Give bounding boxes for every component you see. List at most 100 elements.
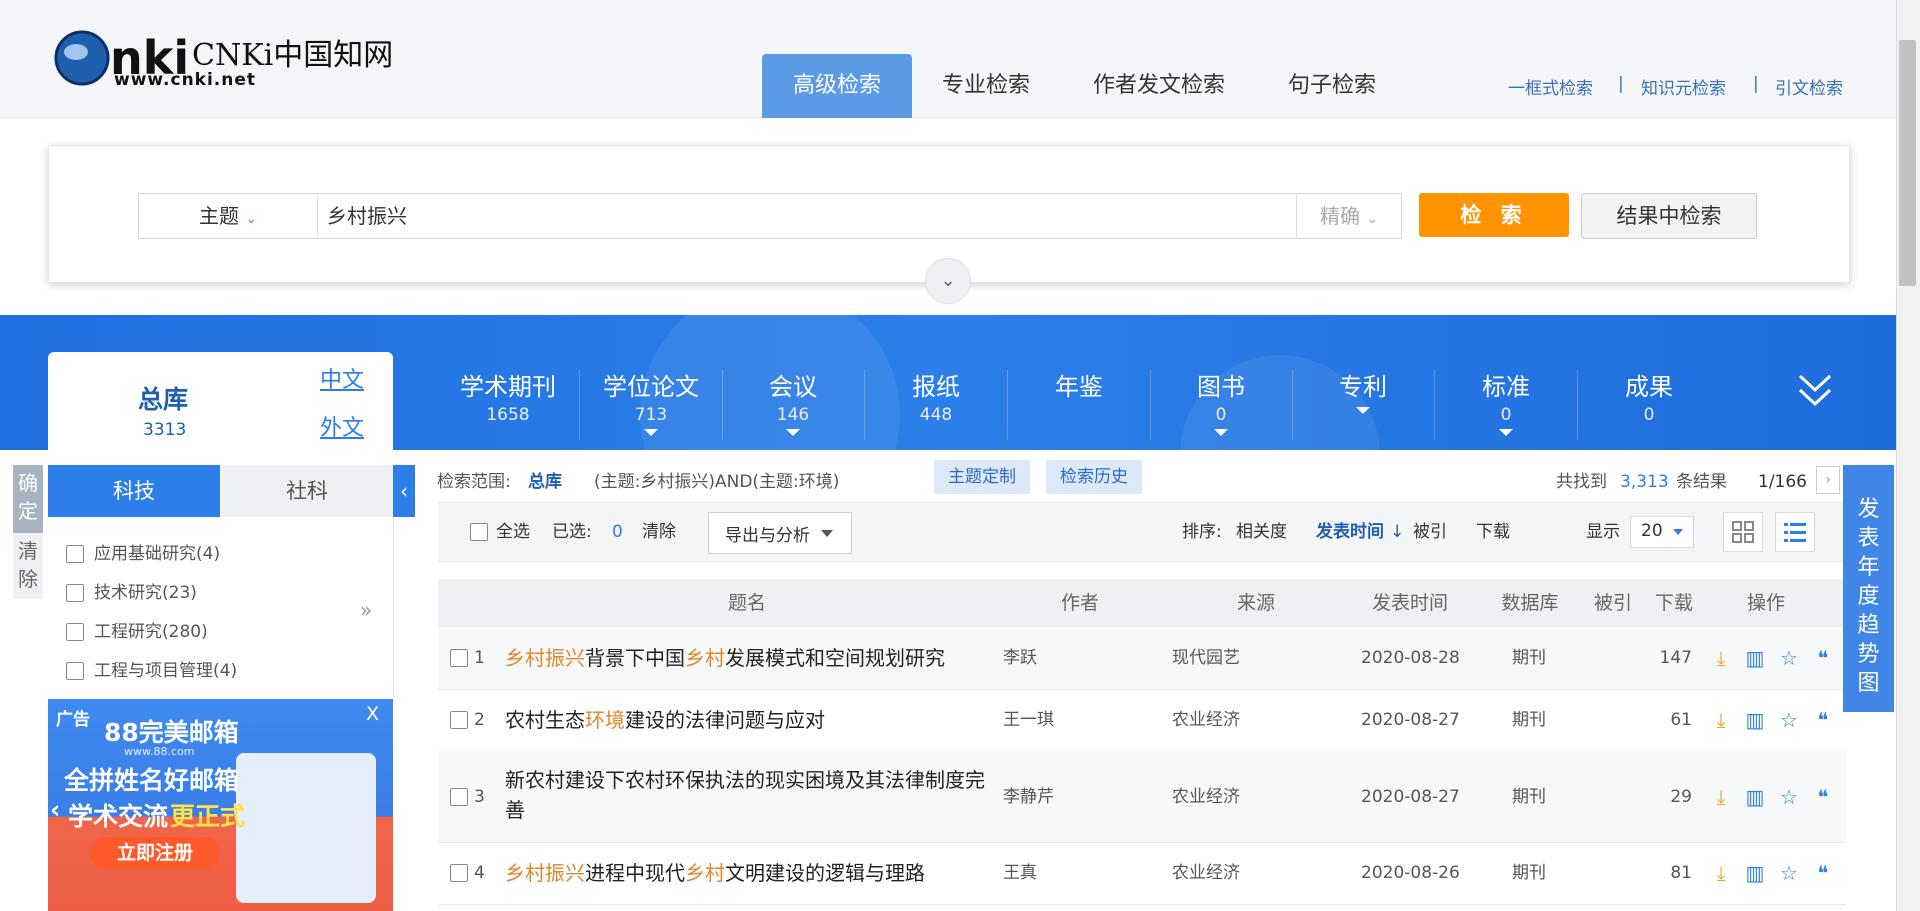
- result-author[interactable]: 王真: [1003, 861, 1113, 885]
- ad-close-icon[interactable]: X: [366, 703, 379, 725]
- topic-custom-button[interactable]: 主题定制: [934, 460, 1030, 494]
- download-icon[interactable]: ⤓: [1710, 862, 1732, 884]
- ad-banner[interactable]: 广告 X 88完美邮箱 www.88.com 全拼姓名好邮箱 ‹ 学术交流 更正…: [48, 699, 393, 911]
- search-history-button[interactable]: 检索历史: [1046, 460, 1142, 494]
- download-icon[interactable]: ⤓: [1710, 647, 1732, 669]
- category-checkbox[interactable]: [66, 545, 84, 563]
- lang-link-chinese[interactable]: 中文: [320, 362, 364, 394]
- category-item[interactable]: 技术研究(23): [66, 581, 197, 605]
- db-item[interactable]: 学位论文 713: [580, 370, 723, 440]
- match-select[interactable]: 精确 ⌄: [1296, 194, 1401, 238]
- html-read-icon[interactable]: ▥: [1744, 709, 1766, 731]
- next-page-icon[interactable]: ›: [1816, 466, 1840, 494]
- category-checkbox[interactable]: [66, 584, 84, 602]
- more-categories-icon[interactable]: »: [360, 598, 372, 622]
- result-author[interactable]: 李跃: [1003, 646, 1113, 670]
- db-item[interactable]: 会议 146: [722, 370, 865, 440]
- search-within-button[interactable]: 结果中检索: [1581, 193, 1757, 239]
- result-title-link[interactable]: 新农村建设下农村环保执法的现实困境及其法律制度完善: [505, 765, 985, 825]
- lang-link-foreign[interactable]: 外文: [320, 410, 364, 442]
- sort-downloads[interactable]: 下载: [1476, 518, 1510, 546]
- page-size-select[interactable]: 20: [1630, 516, 1694, 548]
- category-item[interactable]: 工程研究(280): [66, 620, 208, 644]
- export-analysis-dropdown[interactable]: 导出与分析: [708, 512, 852, 554]
- tab-advanced-search[interactable]: 高级检索: [762, 54, 912, 118]
- caret-down-icon[interactable]: [786, 429, 800, 436]
- db-item[interactable]: 专利: [1292, 370, 1435, 440]
- db-item[interactable]: 成果 0: [1578, 370, 1720, 440]
- grid-view-icon[interactable]: [1723, 512, 1763, 552]
- link-single-box-search[interactable]: 一框式检索: [1508, 74, 1593, 99]
- result-title-link[interactable]: 乡村振兴背景下中国乡村发展模式和空间规划研究: [505, 643, 985, 673]
- ad-prev-icon[interactable]: ‹: [50, 795, 60, 824]
- select-all-label[interactable]: 全选: [496, 518, 530, 546]
- result-source[interactable]: 农业经济: [1172, 861, 1292, 885]
- result-title-link[interactable]: 农村生态环境建设的法律问题与应对: [505, 705, 985, 735]
- db-item[interactable]: 报纸 448: [865, 370, 1008, 440]
- tab-science[interactable]: 科技: [48, 465, 220, 517]
- caret-down-icon[interactable]: [644, 429, 658, 436]
- scope-value[interactable]: 总库: [528, 466, 562, 498]
- favorite-star-icon[interactable]: ☆: [1778, 647, 1800, 669]
- result-author[interactable]: 李静芹: [1003, 785, 1113, 809]
- result-source[interactable]: 现代园艺: [1172, 646, 1292, 670]
- row-checkbox[interactable]: [450, 785, 468, 809]
- total-db-card[interactable]: 总库 3313 中文 外文: [48, 352, 393, 452]
- download-icon[interactable]: ⤓: [1710, 786, 1732, 808]
- clear-filter-button[interactable]: 清除: [13, 533, 43, 599]
- download-icon[interactable]: ⤓: [1710, 709, 1732, 731]
- scrollbar-thumb[interactable]: [1899, 40, 1916, 286]
- row-checkbox[interactable]: [450, 646, 468, 670]
- db-item[interactable]: 图书 0: [1150, 370, 1293, 440]
- list-view-icon[interactable]: [1775, 512, 1815, 552]
- collapse-sidebar-icon[interactable]: ‹: [393, 465, 415, 517]
- tab-professional-search[interactable]: 专业检索: [912, 54, 1060, 118]
- result-source[interactable]: 农业经济: [1172, 785, 1292, 809]
- sort-date[interactable]: 发表时间: [1316, 518, 1384, 546]
- tab-sentence-search[interactable]: 句子检索: [1270, 54, 1394, 118]
- tab-social-science[interactable]: 社科: [221, 465, 393, 517]
- expand-icon[interactable]: ⌄: [925, 258, 971, 304]
- publish-trend-tab[interactable]: 发表年度趋势图: [1843, 465, 1894, 712]
- link-citation-search[interactable]: 引文检索: [1775, 74, 1843, 99]
- result-author[interactable]: 王一琪: [1003, 708, 1113, 732]
- caret-down-icon[interactable]: [1499, 429, 1513, 436]
- category-checkbox[interactable]: [66, 623, 84, 641]
- db-item[interactable]: 年鉴: [1008, 370, 1151, 440]
- category-item[interactable]: 工程与项目管理(4): [66, 659, 237, 683]
- select-all-checkbox[interactable]: [470, 518, 498, 546]
- cite-quote-icon[interactable]: ❝: [1812, 786, 1834, 808]
- category-checkbox[interactable]: [66, 662, 84, 680]
- row-checkbox[interactable]: [450, 861, 468, 885]
- db-item[interactable]: 标准 0: [1435, 370, 1578, 440]
- result-title-link[interactable]: 乡村振兴进程中现代乡村文明建设的逻辑与理路: [505, 858, 985, 888]
- row-number: 2: [474, 710, 485, 730]
- search-input[interactable]: 乡村振兴: [327, 194, 407, 238]
- caret-down-icon[interactable]: [1356, 407, 1370, 414]
- link-knowledge-search[interactable]: 知识元检索: [1641, 74, 1726, 99]
- sort-cited[interactable]: 被引: [1413, 518, 1447, 546]
- cite-quote-icon[interactable]: ❝: [1812, 862, 1834, 884]
- tab-author-search[interactable]: 作者发文检索: [1072, 54, 1246, 118]
- html-read-icon[interactable]: ▥: [1744, 862, 1766, 884]
- clear-selection-button[interactable]: 清除: [642, 518, 676, 546]
- caret-down-icon[interactable]: [1214, 429, 1228, 436]
- category-item[interactable]: 应用基础研究(4): [66, 542, 220, 566]
- favorite-star-icon[interactable]: ☆: [1778, 786, 1800, 808]
- result-source[interactable]: 农业经济: [1172, 708, 1292, 732]
- search-button[interactable]: 检 索: [1419, 193, 1569, 237]
- sort-relevance[interactable]: 相关度: [1236, 518, 1287, 546]
- html-read-icon[interactable]: ▥: [1744, 786, 1766, 808]
- confirm-button[interactable]: 确定: [13, 465, 43, 533]
- html-read-icon[interactable]: ▥: [1744, 647, 1766, 669]
- field-select[interactable]: 主题 ⌄: [139, 194, 318, 238]
- cite-quote-icon[interactable]: ❝: [1812, 647, 1834, 669]
- favorite-star-icon[interactable]: ☆: [1778, 709, 1800, 731]
- cnki-logo[interactable]: nki CNKi中国知网 www.cnki.net: [52, 24, 393, 94]
- more-databases-icon[interactable]: [1798, 372, 1832, 410]
- cite-quote-icon[interactable]: ❝: [1812, 709, 1834, 731]
- ad-cta-button[interactable]: 立即注册: [90, 837, 220, 869]
- favorite-star-icon[interactable]: ☆: [1778, 862, 1800, 884]
- row-checkbox[interactable]: [450, 708, 468, 732]
- db-item[interactable]: 学术期刊 1658: [437, 370, 580, 440]
